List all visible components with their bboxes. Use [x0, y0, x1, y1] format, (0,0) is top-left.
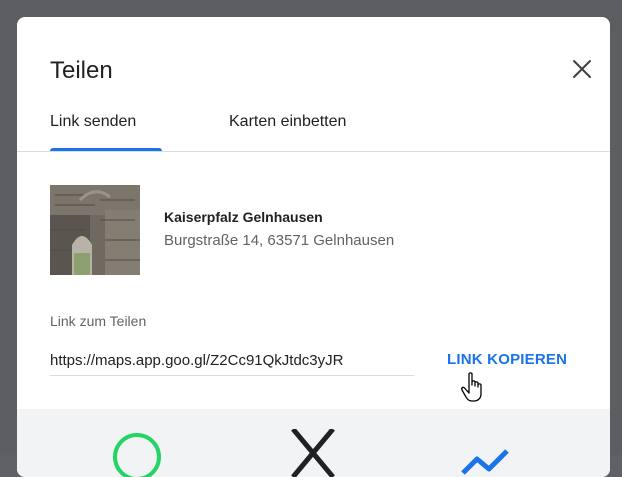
share-dialog: Teilen Link senden Karten einbetten Kais… — [17, 17, 610, 477]
x-icon[interactable] — [285, 429, 341, 477]
tab-karten-einbetten[interactable]: Karten einbetten — [229, 113, 346, 153]
copy-link-button[interactable]: LINK KOPIEREN — [447, 351, 567, 368]
share-targets-bar — [17, 409, 610, 477]
link-label: Link zum Teilen — [50, 313, 147, 329]
place-address: Burgstraße 14, 63571 Gelnhausen — [164, 232, 395, 249]
dialog-title: Teilen — [50, 57, 113, 84]
place-name: Kaiserpfalz Gelnhausen — [164, 209, 323, 225]
place-thumbnail — [50, 185, 140, 275]
messenger-icon[interactable] — [459, 429, 515, 477]
whatsapp-icon[interactable] — [109, 429, 165, 477]
share-link-input[interactable] — [50, 345, 414, 376]
close-button[interactable] — [570, 57, 594, 81]
hand-cursor-icon — [461, 372, 482, 402]
close-icon — [573, 60, 591, 78]
tab-divider — [17, 151, 610, 152]
tab-link-senden[interactable]: Link senden — [50, 113, 162, 153]
photo-thumbnail — [50, 185, 140, 275]
